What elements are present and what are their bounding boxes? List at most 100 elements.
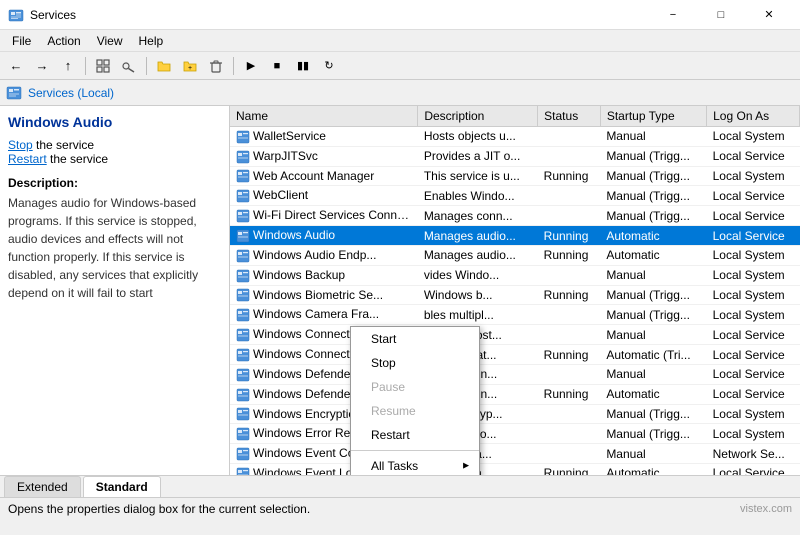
cell-logon: Local System: [707, 404, 800, 424]
table-row[interactable]: Windows Backupvides Windo...ManualLocal …: [230, 265, 800, 285]
table-row[interactable]: Windows Connect No...NCSVC host...Manual…: [230, 325, 800, 345]
cell-logon: Local Service: [707, 345, 800, 365]
cell-startup: Manual (Trigg...: [600, 285, 706, 305]
restart-text: the service: [50, 152, 108, 166]
menu-file[interactable]: File: [4, 32, 39, 50]
close-button[interactable]: ✕: [746, 0, 792, 30]
maximize-button[interactable]: □: [698, 0, 744, 30]
window-title: Services: [30, 8, 76, 22]
table-row[interactable]: WalletServiceHosts objects u...ManualLoc…: [230, 127, 800, 147]
folder-button[interactable]: [152, 55, 176, 77]
col-status[interactable]: Status: [538, 106, 601, 127]
table-row[interactable]: Windows AudioManages audio...RunningAuto…: [230, 226, 800, 246]
cell-desc: Hosts objects u...: [418, 127, 538, 147]
cell-name: WebClient: [230, 186, 418, 206]
stop-link[interactable]: Stop: [8, 138, 33, 152]
cell-logon: Local System: [707, 127, 800, 147]
context-start[interactable]: Start: [351, 327, 479, 351]
cell-status: [538, 424, 601, 444]
forward-button[interactable]: →: [30, 55, 54, 77]
stop-button[interactable]: ■: [265, 55, 289, 77]
cell-logon: Local Service: [707, 206, 800, 226]
cell-logon: Local System: [707, 245, 800, 265]
table-row[interactable]: WarpJITSvcProvides a JIT o...Manual (Tri…: [230, 146, 800, 166]
table-row[interactable]: Web Account ManagerThis service is u...R…: [230, 166, 800, 186]
table-row[interactable]: WebClientEnables Windo...Manual (Trigg..…: [230, 186, 800, 206]
status-bar: Opens the properties dialog box for the …: [0, 497, 800, 519]
cell-status: Running: [538, 464, 601, 475]
table-row[interactable]: Windows Connection ...tes automat...Runn…: [230, 345, 800, 365]
cell-status: Running: [538, 226, 601, 246]
filter-button[interactable]: [117, 55, 141, 77]
cell-status: [538, 444, 601, 464]
stop-text: the service: [36, 138, 94, 152]
up-button[interactable]: ↑: [56, 55, 80, 77]
table-row[interactable]: Windows Audio Endp...Manages audio...Run…: [230, 245, 800, 265]
cell-logon: Local System: [707, 424, 800, 444]
cell-startup: Automatic: [600, 226, 706, 246]
delete-button[interactable]: [204, 55, 228, 77]
cell-name: Windows Audio Endp...: [230, 245, 418, 265]
restart-button[interactable]: ↻: [317, 55, 341, 77]
address-path[interactable]: Services (Local): [28, 86, 114, 100]
cell-startup: Automatic: [600, 245, 706, 265]
cell-startup: Manual (Trigg...: [600, 305, 706, 325]
minimize-button[interactable]: −: [650, 0, 696, 30]
col-description[interactable]: Description: [418, 106, 538, 127]
cell-logon: Local System: [707, 265, 800, 285]
table-row[interactable]: Windows Biometric Se...Windows b...Runni…: [230, 285, 800, 305]
folder2-button[interactable]: +: [178, 55, 202, 77]
table-row[interactable]: Windows Error Repor...ws errors to...Man…: [230, 424, 800, 444]
table-row[interactable]: Windows Encryption P...dows Encryp...Man…: [230, 404, 800, 424]
cell-status: [538, 364, 601, 384]
cell-logon: Local System: [707, 166, 800, 186]
table-row[interactable]: Windows Event Collec...service ma...Manu…: [230, 444, 800, 464]
cell-startup: Automatic: [600, 384, 706, 404]
tab-standard[interactable]: Standard: [83, 476, 161, 497]
context-restart[interactable]: Restart: [351, 423, 479, 447]
play-button[interactable]: ▶: [239, 55, 263, 77]
table-row[interactable]: Windows Defender Ac...dows Defen...Manua…: [230, 364, 800, 384]
restart-action: Restart the service: [8, 152, 221, 166]
cell-status: Running: [538, 285, 601, 305]
table-scroll-area[interactable]: Name Description Status Startup Type Log…: [230, 106, 800, 475]
menu-bar: File Action View Help: [0, 30, 800, 52]
watermark: vistex.com: [740, 503, 792, 515]
cell-logon: Local Service: [707, 325, 800, 345]
service-title: Windows Audio: [8, 114, 221, 130]
toolbar-separator-2: [146, 57, 147, 75]
tab-extended[interactable]: Extended: [4, 476, 81, 497]
pause-button[interactable]: ▮▮: [291, 55, 315, 77]
cell-desc: Enables Windo...: [418, 186, 538, 206]
stop-action: Stop the service: [8, 138, 221, 152]
col-logon-as[interactable]: Log On As: [707, 106, 800, 127]
cell-name: Windows Camera Fra...: [230, 305, 418, 325]
cell-logon: Network Se...: [707, 444, 800, 464]
cell-status: [538, 325, 601, 345]
back-button[interactable]: ←: [4, 55, 28, 77]
cell-name: WalletService: [230, 127, 418, 147]
cell-desc: bles multipl...: [418, 305, 538, 325]
services-table: Name Description Status Startup Type Log…: [230, 106, 800, 475]
table-row[interactable]: Windows Camera Fra...bles multipl... Manu…: [230, 305, 800, 325]
cell-name: Windows Biometric Se...: [230, 285, 418, 305]
col-startup-type[interactable]: Startup Type: [600, 106, 706, 127]
cell-logon: Local Service: [707, 364, 800, 384]
cell-name: Web Account Manager: [230, 166, 418, 186]
cell-logon: Local Service: [707, 384, 800, 404]
col-name[interactable]: Name: [230, 106, 418, 127]
context-all-tasks[interactable]: All Tasks ►: [351, 454, 479, 475]
table-row[interactable]: Windows Defender Def...dows Defen...Runn…: [230, 384, 800, 404]
table-row[interactable]: Wi-Fi Direct Services Connection Manager…: [230, 206, 800, 226]
menu-view[interactable]: View: [89, 32, 131, 50]
cell-status: Running: [538, 245, 601, 265]
services-icon: [6, 85, 22, 101]
context-stop[interactable]: Stop: [351, 351, 479, 375]
cell-startup: Manual (Trigg...: [600, 166, 706, 186]
menu-action[interactable]: Action: [39, 32, 88, 50]
menu-help[interactable]: Help: [131, 32, 172, 50]
show-hide-button[interactable]: [91, 55, 115, 77]
context-menu: Start Stop Pause Resume Restart All Task…: [350, 326, 480, 475]
table-row[interactable]: Windows Event Logservice ma...RunningAut…: [230, 464, 800, 475]
restart-link[interactable]: Restart: [8, 152, 47, 166]
